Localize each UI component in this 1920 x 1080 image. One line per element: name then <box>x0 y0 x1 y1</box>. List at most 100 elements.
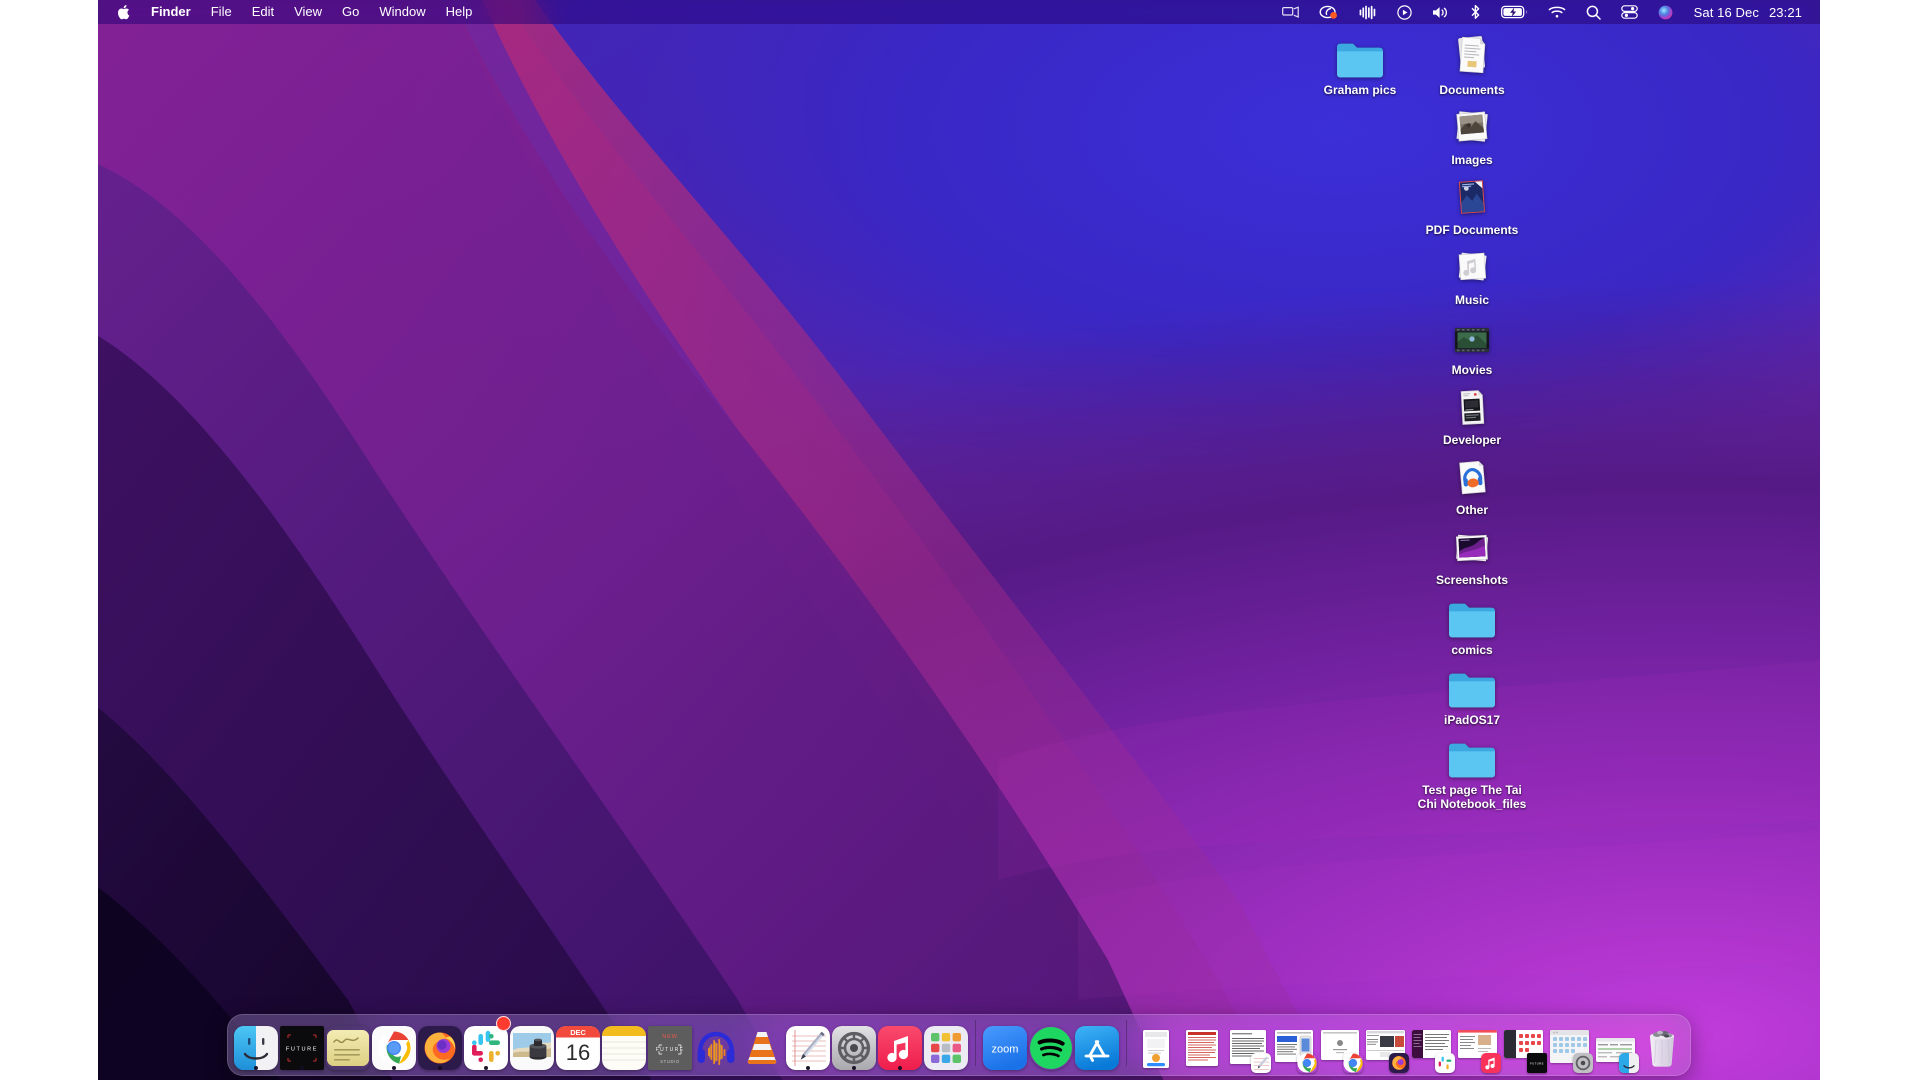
desktop-icon-pdf-documents[interactable]: PDF Documents <box>1416 168 1528 237</box>
svg-text:FUTURE: FUTURE <box>1530 1061 1544 1065</box>
dock-item-chrome[interactable] <box>371 1018 417 1070</box>
dock-minimized-window-finder[interactable] <box>1593 1018 1639 1070</box>
desktop-icon-ipados17[interactable]: iPadOS17 <box>1416 658 1528 727</box>
dock-minimized-window-grid[interactable]: FUTURE <box>1501 1018 1547 1070</box>
running-indicator <box>254 1066 258 1070</box>
desktop-icon-developer[interactable]: Developer <box>1416 378 1528 447</box>
siri-icon[interactable] <box>1649 0 1682 24</box>
menu-edit[interactable]: Edit <box>242 0 284 24</box>
movie-icon <box>1446 308 1498 360</box>
dock-item-finder[interactable] <box>233 1018 279 1070</box>
future-app-icon: FUTURE <box>280 1026 324 1070</box>
cleanmymac-icon[interactable] <box>1310 0 1348 24</box>
desktop-icon-comics[interactable]: comics <box>1416 588 1528 657</box>
music-icon <box>1481 1053 1501 1073</box>
chrome-icon <box>1343 1053 1363 1073</box>
dock-item-textedit[interactable] <box>785 1018 831 1070</box>
menu-go[interactable]: Go <box>332 0 369 24</box>
running-indicator <box>300 1066 304 1070</box>
music-doc-icon <box>1446 238 1498 290</box>
menu-bar: Finder File Edit View Go Window Help <box>98 0 1820 24</box>
folder-icon <box>1446 588 1498 640</box>
dock-minimized-window-slack[interactable] <box>1409 1018 1455 1070</box>
dock-minimized-window-emoji[interactable] <box>1547 1018 1593 1070</box>
desktop-icon-screenshots[interactable]: Screenshots <box>1416 518 1528 587</box>
desktop-screen: Finder File Edit View Go Window Help <box>98 0 1820 1080</box>
audacity-icon <box>694 1026 738 1070</box>
dock-item-vlc[interactable] <box>739 1018 785 1070</box>
desktop-icon-test-page-folder[interactable]: Test page The Tai Chi Notebook_files <box>1416 728 1528 811</box>
desktop-icon-graham-pics[interactable]: Graham pics <box>1304 28 1416 97</box>
desktop-icon-documents[interactable]: Documents <box>1416 28 1528 97</box>
menu-bar-status-area: Sat 16 Dec23:21 <box>1273 0 1820 24</box>
dock-item-app-store[interactable] <box>1074 1018 1120 1070</box>
window-thumbnail: FUTURE <box>1504 1030 1544 1070</box>
doc-stack-icon <box>1446 28 1498 80</box>
menu-file[interactable]: File <box>201 0 242 24</box>
dock-item-stickies[interactable] <box>325 1018 371 1070</box>
menu-bar-clock[interactable]: Sat 16 Dec23:21 <box>1684 5 1806 20</box>
dock-minimized-window-store[interactable] <box>1133 1018 1179 1070</box>
now-playing-icon[interactable] <box>1388 0 1421 24</box>
dock-item-future[interactable]: FUTURE <box>279 1018 325 1070</box>
running-indicator <box>484 1066 488 1070</box>
window-thumbnail <box>1458 1030 1498 1070</box>
finder-icon <box>234 1026 278 1070</box>
dock-item-trash[interactable] <box>1639 1018 1685 1070</box>
system-preferences-icon <box>832 1026 876 1070</box>
window-thumbnail <box>1136 1030 1176 1070</box>
window-thumbnail <box>1274 1030 1314 1070</box>
desktop-icon-movies[interactable]: Movies <box>1416 308 1528 377</box>
menu-view[interactable]: View <box>284 0 332 24</box>
dock-minimized-window-text[interactable] <box>1179 1018 1225 1070</box>
dock-item-future-studio[interactable]: NEW FUTURE STUDIO <box>647 1018 693 1070</box>
dock-item-image-capture[interactable] <box>509 1018 555 1070</box>
dock-item-system-preferences[interactable] <box>831 1018 877 1070</box>
dock-item-music[interactable] <box>877 1018 923 1070</box>
window-thumbnail <box>1366 1030 1406 1070</box>
dock-item-firefox[interactable] <box>417 1018 463 1070</box>
dock-minimized-window-music[interactable] <box>1455 1018 1501 1070</box>
wifi-icon[interactable] <box>1539 0 1575 24</box>
equalizer-icon[interactable] <box>1350 0 1386 24</box>
headphones-icon <box>1446 448 1498 500</box>
window-thumbnail <box>1182 1030 1222 1070</box>
dock-item-zoom[interactable]: zoom <box>982 1018 1028 1070</box>
menu-app-name[interactable]: Finder <box>141 0 201 24</box>
svg-text:STUDIO: STUDIO <box>660 1059 680 1064</box>
calendar-icon: DEC 16 <box>556 1026 600 1070</box>
battery-charging-icon[interactable] <box>1492 0 1537 24</box>
folder-icon <box>1446 658 1498 710</box>
desktop-icon-other[interactable]: Other <box>1416 448 1528 517</box>
window-thumbnail <box>1228 1030 1268 1070</box>
spotlight-search-icon[interactable] <box>1577 0 1610 24</box>
dock-item-notes[interactable] <box>601 1018 647 1070</box>
dock-minimized-window-firefox[interactable] <box>1363 1018 1409 1070</box>
desktop-icon-label: Movies <box>1452 363 1493 377</box>
desktop-icon-label: iPadOS17 <box>1444 713 1500 727</box>
bluetooth-icon[interactable] <box>1461 0 1490 24</box>
dock-item-launchpad[interactable] <box>923 1018 969 1070</box>
dock-minimized-window-chrome-1[interactable] <box>1271 1018 1317 1070</box>
finder-icon <box>1619 1053 1639 1073</box>
dock-item-slack[interactable] <box>463 1018 509 1070</box>
screenshot-stack-icon <box>1446 518 1498 570</box>
dock-minimized-window-chrome-2[interactable] <box>1317 1018 1363 1070</box>
menu-bar-left: Finder File Edit View Go Window Help <box>98 0 482 24</box>
pdf-icon <box>1446 168 1498 220</box>
menu-window[interactable]: Window <box>369 0 435 24</box>
dock-minimized-window-textedit[interactable] <box>1225 1018 1271 1070</box>
dock-item-spotify[interactable] <box>1028 1018 1074 1070</box>
volume-icon[interactable] <box>1423 0 1459 24</box>
screen-mirroring-icon[interactable] <box>1273 0 1308 24</box>
desktop-icon-music[interactable]: Music <box>1416 238 1528 307</box>
menu-help[interactable]: Help <box>436 0 483 24</box>
control-center-icon[interactable] <box>1612 0 1647 24</box>
window-thumbnail <box>1550 1030 1590 1070</box>
apple-logo-icon[interactable] <box>112 0 141 24</box>
desktop-icon-images[interactable]: Images <box>1416 98 1528 167</box>
dock-item-audacity[interactable] <box>693 1018 739 1070</box>
dock-item-calendar[interactable]: DEC 16 <box>555 1018 601 1070</box>
zoom-icon: zoom <box>983 1026 1027 1070</box>
running-indicator <box>806 1066 810 1070</box>
